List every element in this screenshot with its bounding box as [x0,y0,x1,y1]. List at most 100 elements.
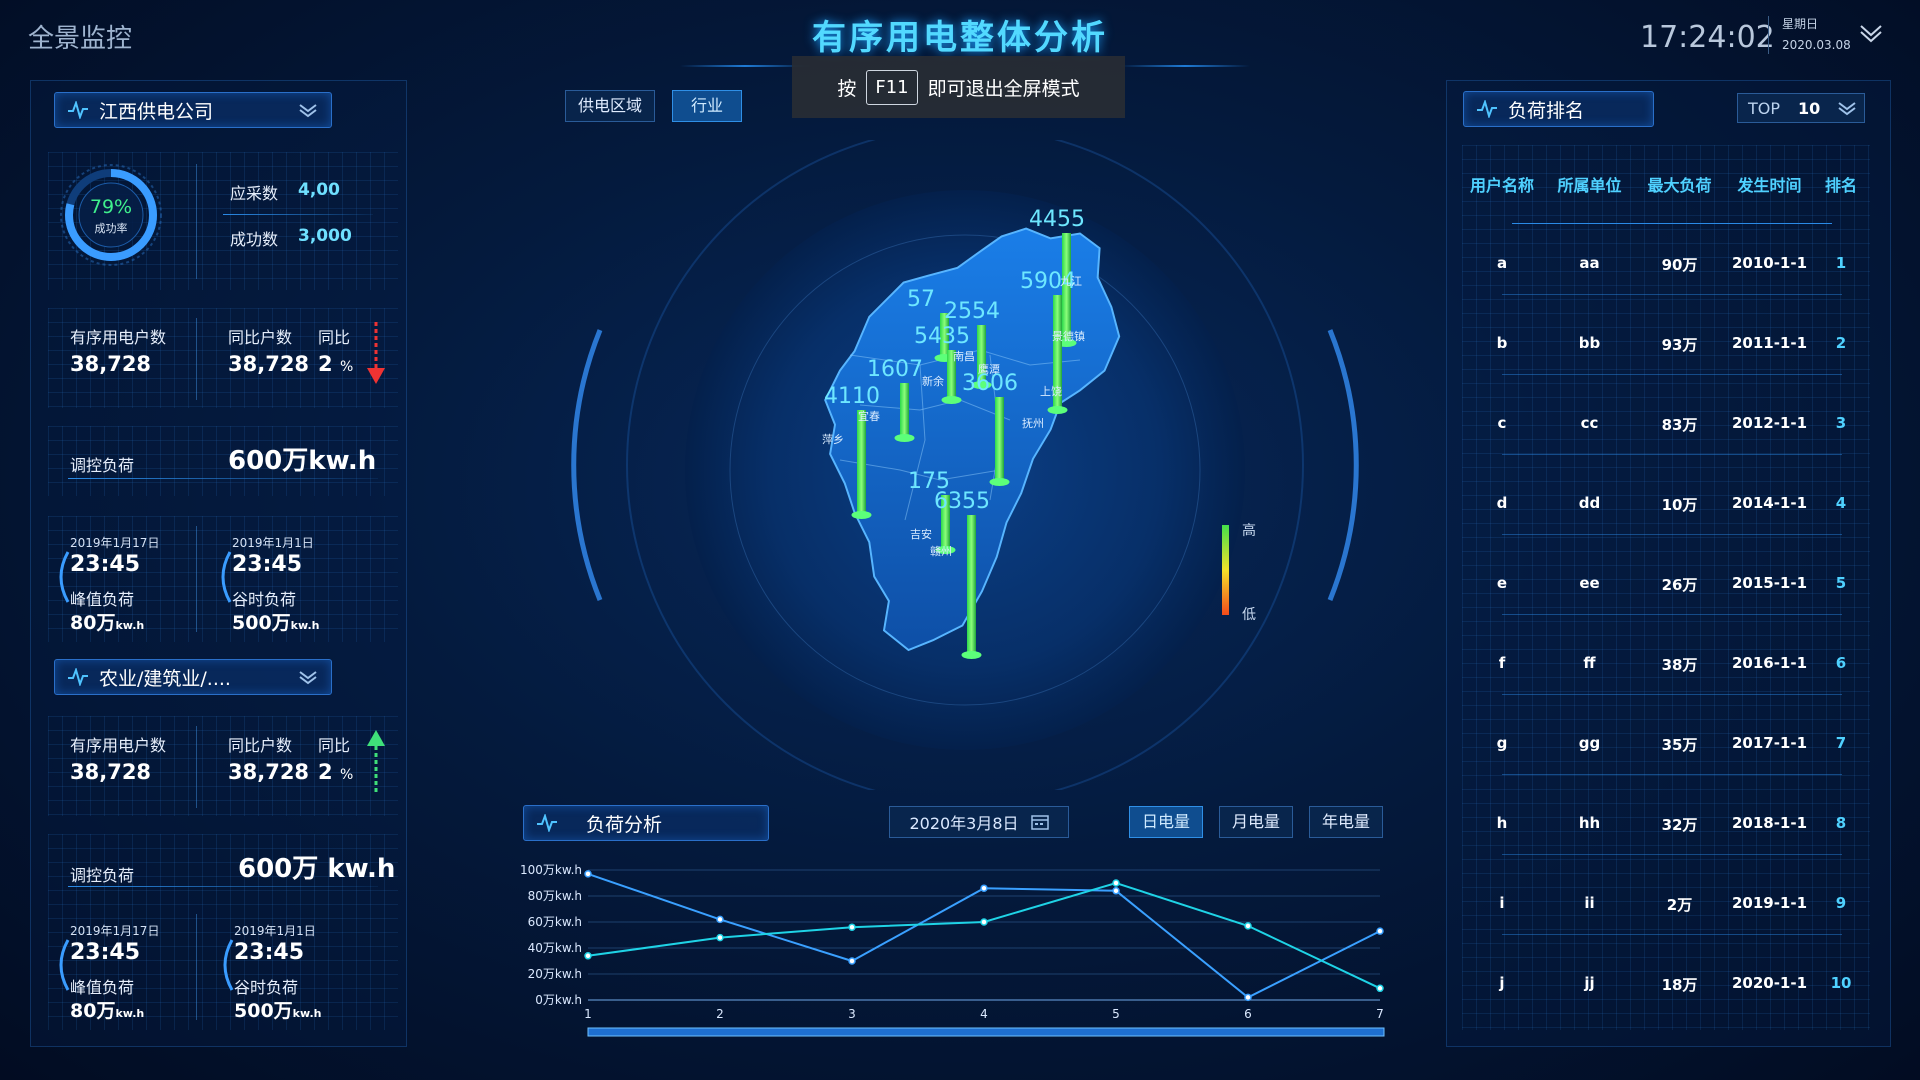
chart-series [584,870,1384,1002]
series-2-point[interactable] [716,933,724,942]
map-city-label: 萍乡 [822,433,844,446]
map-value-bar [967,515,976,655]
cell-unit: gg [1578,734,1601,752]
trend-down-arrow-icon [367,322,385,384]
company-selector[interactable]: 江西供电公司 [54,92,332,128]
header-menu-chevron-icon[interactable] [1858,20,1884,46]
cell-unit: ii [1584,894,1595,912]
cell-user-name: f [1498,654,1506,672]
series-1-point[interactable] [1244,993,1252,1002]
date-picker-value: 2020年3月8日 [909,814,1019,833]
company-households-card: 有序用电户数 38,728 同比户数 38,728 同比 2 % [48,308,398,408]
table-row[interactable]: a aa 90万 2010-1-1 1 [1462,254,1870,275]
chart-zoom-slider[interactable] [587,1027,1385,1037]
households-label: 有序用电户数 [70,328,167,347]
calendar-icon [1030,815,1049,830]
day-energy-button[interactable]: 日电量 [1129,806,1204,838]
map-city-label: 九江 [1060,275,1082,288]
x-tick-label: 5 [1112,1007,1120,1021]
table-row[interactable]: f ff 38万 2016-1-1 6 [1462,654,1870,675]
cell-user-name: i [1499,894,1505,912]
row-separator [68,886,378,887]
card-divider [196,726,197,808]
cell-time: 2014-1-1 [1731,494,1808,512]
success-rate-card: 79% 成功率 应采数 4,00 成功数 3,000 [48,152,398,290]
series-2-point[interactable] [980,918,988,926]
yoy-label: 同比 [318,736,351,755]
cell-user-name: a [1496,254,1508,272]
series-1-point[interactable] [1376,927,1384,935]
date-picker[interactable]: 2020年3月8日 [889,806,1069,838]
col-max-load: 最大负荷 [1647,176,1712,195]
series-2-point[interactable] [1244,922,1252,930]
control-load-value: 600万 kw.h [238,854,396,884]
valley-time: 23:45 [232,552,303,577]
month-energy-button[interactable]: 月电量 [1219,806,1294,838]
series-1-point[interactable] [1112,887,1120,895]
industry-selector[interactable]: 农业/建筑业/.... [54,659,332,695]
valley-date: 2019年1月1日 [232,536,314,550]
yoy-value: 2 % [318,352,353,376]
table-row[interactable]: e ee 26万 2015-1-1 5 [1462,574,1870,595]
series-1-point[interactable] [584,870,592,878]
x-tick-label: 7 [1376,1007,1384,1021]
peak-time: 23:45 [70,552,141,577]
cell-rank: 3 [1835,414,1847,432]
row-separator [1502,694,1842,695]
cell-user-name: g [1496,734,1508,752]
valley-value: 500万kw.h [232,608,319,635]
series-2-point[interactable] [1376,984,1384,993]
year-energy-button[interactable]: 年电量 [1309,806,1384,838]
table-row[interactable]: c cc 83万 2012-1-1 3 [1462,414,1870,435]
table-row[interactable]: j jj 18万 2020-1-1 10 [1462,974,1870,995]
top-n-selector[interactable]: TOP 10 [1737,93,1865,123]
peak-label: 峰值负荷 [70,978,135,997]
series-1-point[interactable] [980,884,988,892]
cell-rank: 7 [1835,734,1847,752]
cell-max-load: 93万 [1661,336,1698,354]
industry-control-load-card: 调控负荷 600万 kw.h [48,834,398,904]
series-line-2 [587,881,1381,990]
map-city-label: 吉安 [910,527,932,541]
map-bar-base [1047,406,1068,414]
households-value: 38,728 [70,352,152,376]
page-title: 有序用电整体分析 [812,18,1108,58]
tab-supply-area[interactable]: 供电区域 [565,90,656,122]
peak-unit: kw.h [115,1007,145,1020]
cell-user-name: h [1496,814,1508,832]
tab-industry[interactable]: 行业 [672,90,743,122]
series-line-1 [587,872,1381,999]
f11-key-badge: F11 [866,69,918,105]
series-2-point[interactable] [848,923,856,931]
map-city-label: 赣州 [930,544,952,558]
cell-time: 2011-1-1 [1731,334,1808,352]
valley-label: 谷时负荷 [234,978,299,997]
cell-time: 2016-1-1 [1731,654,1808,672]
map-bar-base [961,651,982,659]
series-2-point[interactable] [584,952,592,960]
cell-rank: 6 [1835,654,1847,672]
series-2-point[interactable] [1112,879,1120,887]
valley-label: 谷时负荷 [232,590,297,609]
table-row[interactable]: h hh 32万 2018-1-1 8 [1462,814,1870,835]
map-value-bar [900,383,909,438]
table-row[interactable]: d dd 10万 2014-1-1 4 [1462,494,1870,515]
cell-max-load: 18万 [1661,976,1698,994]
valley-number: 500万 [234,1000,293,1022]
pulse-icon [68,668,88,686]
top-value: 10 [1798,98,1821,118]
header-deco-left [680,65,810,67]
control-load-label: 调控负荷 [70,456,135,475]
map-bar-base [894,434,915,442]
series-1-point[interactable] [716,915,724,924]
cell-max-load: 90万 [1661,256,1698,274]
table-row[interactable]: g gg 35万 2017-1-1 7 [1462,734,1870,755]
clock-time: 17:24:02 [1640,20,1775,55]
yoy-number: 2 [318,760,333,784]
table-row[interactable]: b bb 93万 2011-1-1 2 [1462,334,1870,355]
cell-max-load: 2万 [1666,896,1693,914]
series-1-point[interactable] [848,957,856,965]
map-city-label: 上饶 [1040,385,1062,398]
table-row[interactable]: i ii 2万 2019-1-1 9 [1462,894,1870,915]
pulse-icon [537,814,557,832]
